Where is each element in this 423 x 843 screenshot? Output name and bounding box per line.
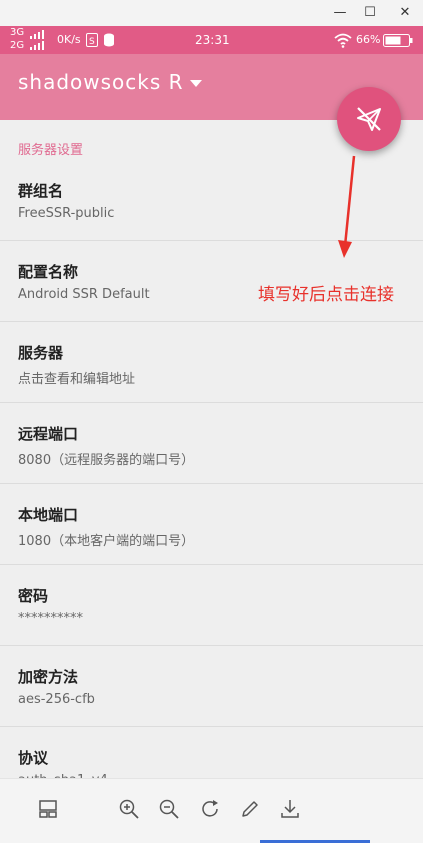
signal-icon <box>30 30 44 50</box>
setting-value: Android SSR Default <box>18 287 150 302</box>
setting-value: FreeSSR-public <box>18 206 115 221</box>
storage-icon <box>104 33 114 47</box>
setting-remote-port[interactable]: 远程端口 8080（远程服务器的端口号） <box>0 403 423 484</box>
section-header: 服务器设置 <box>18 143 84 158</box>
battery-icon <box>383 34 413 47</box>
maximize-button[interactable]: ☐ <box>355 3 385 23</box>
status-time: 23:31 <box>195 33 230 47</box>
phone-screen: 3G 2G 0K/s S 23:31 66% shadowsocks R 服务器… <box>0 26 423 843</box>
zoom-out-icon[interactable] <box>157 797 181 821</box>
close-button[interactable]: ✕ <box>390 3 420 23</box>
speed-label: 0K/s <box>57 33 81 46</box>
layout-icon[interactable] <box>36 797 60 821</box>
annotation-text: 填写好后点击连接 <box>258 285 394 305</box>
sim-icon: S <box>86 33 98 47</box>
zoom-in-icon[interactable] <box>117 797 141 821</box>
setting-value: 8080（远程服务器的端口号） <box>18 453 195 468</box>
setting-local-port[interactable]: 本地端口 1080（本地客户端的端口号） <box>0 484 423 565</box>
setting-title: 配置名称 <box>18 263 79 281</box>
minimize-button[interactable]: — <box>325 3 355 23</box>
window-title-bar: — ☐ ✕ <box>0 0 423 26</box>
connect-button[interactable] <box>337 87 401 151</box>
setting-title: 群组名 <box>18 182 64 200</box>
edit-icon[interactable] <box>238 797 262 821</box>
paper-plane-off-icon <box>357 107 381 131</box>
setting-server[interactable]: 服务器 点击查看和编辑地址 <box>0 322 423 403</box>
dropdown-caret-icon[interactable] <box>190 80 202 87</box>
setting-title: 密码 <box>18 587 49 605</box>
setting-title: 本地端口 <box>18 506 79 524</box>
setting-value: ********** <box>18 611 83 626</box>
rotate-icon[interactable] <box>198 797 222 821</box>
setting-value: 1080（本地客户端的端口号） <box>18 534 195 549</box>
setting-value: aes-256-cfb <box>18 692 95 707</box>
status-bar: 3G 2G 0K/s S 23:31 66% <box>0 26 423 54</box>
setting-value: 点击查看和编辑地址 <box>18 372 136 387</box>
setting-title: 加密方法 <box>18 668 79 686</box>
setting-password[interactable]: 密码 ********** <box>0 565 423 646</box>
viewer-toolbar <box>0 778 423 843</box>
download-icon[interactable] <box>278 797 302 821</box>
app-title[interactable]: shadowsocks R <box>18 70 184 94</box>
annotation-arrow-icon <box>338 155 356 258</box>
setting-encryption-method[interactable]: 加密方法 aes-256-cfb <box>0 646 423 727</box>
setting-title: 服务器 <box>18 344 64 362</box>
battery-percent: 66% <box>356 33 381 46</box>
svg-text:S: S <box>89 37 95 47</box>
setting-title: 远程端口 <box>18 425 79 443</box>
wifi-icon <box>334 33 352 48</box>
setting-title: 协议 <box>18 749 49 767</box>
